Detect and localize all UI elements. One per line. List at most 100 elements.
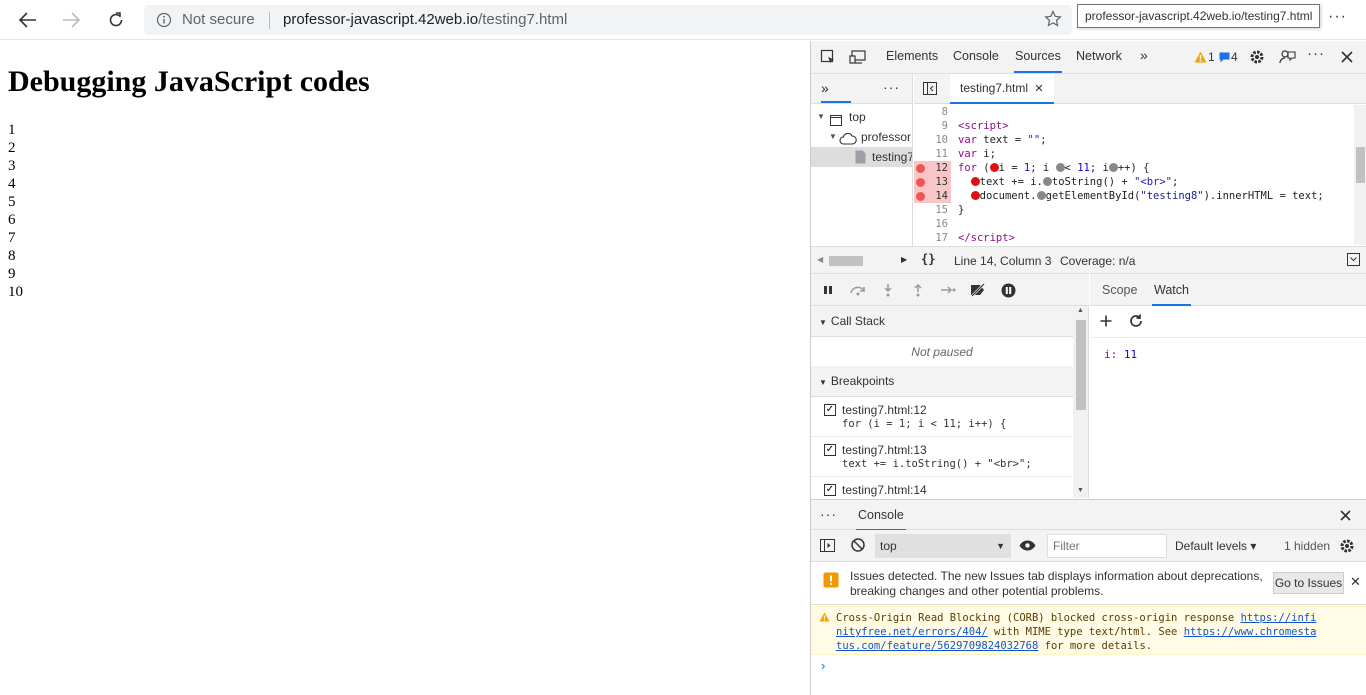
line-number-breakpoint[interactable]: 14 [914,189,951,203]
console-filter-input[interactable] [1047,534,1167,558]
url-text[interactable]: professor-javascript.42web.io/testing7.h… [283,11,567,28]
address-bar[interactable]: Not secure professor-javascript.42web.io… [144,5,1072,35]
pause-icon[interactable] [819,282,837,298]
step-over-icon[interactable] [849,282,867,298]
frame-icon [830,112,842,127]
scroll-up-icon[interactable]: ▲ [1077,307,1084,314]
go-to-issues-button[interactable]: Go to Issues [1273,572,1344,594]
scrollbar-thumb[interactable] [1356,147,1365,183]
scroll-right-icon[interactable]: ▶ [901,255,907,264]
close-tab-icon[interactable]: ✕ [1034,83,1043,95]
step-icon[interactable] [939,282,957,298]
breakpoint-checkbox[interactable]: ✓ [824,484,836,496]
deactivate-breakpoints-icon[interactable] [969,282,987,298]
console-prompt-icon[interactable]: › [821,658,825,673]
close-drawer-icon[interactable] [1340,510,1351,521]
security-label[interactable]: Not secure [182,11,255,28]
tab-console[interactable]: Console [953,49,999,63]
scroll-left-icon[interactable]: ◀ [817,255,823,264]
feedback-icon[interactable] [1278,48,1296,66]
forward-button[interactable] [58,7,84,33]
reload-button[interactable] [103,7,129,33]
more-navigator-tabs-icon[interactable]: » [821,80,829,96]
browser-more-icon[interactable]: ··· [1328,8,1347,26]
breakpoint-checkbox[interactable]: ✓ [824,404,836,416]
issues-message: Issues detected. The new Issues tab disp… [850,569,1263,598]
line-number[interactable]: 8 [914,105,951,119]
breakpoint-marker[interactable] [916,192,925,201]
drawer-tab-console[interactable]: Console [856,508,906,531]
line-number-breakpoint[interactable]: 13 [914,175,951,189]
refresh-watch-icon[interactable] [1129,314,1143,328]
clear-console-icon[interactable] [851,538,865,552]
sidebar-scrollbar[interactable]: ▲ ▼ [1073,306,1088,498]
line-number[interactable]: 10 [914,133,951,147]
back-button[interactable] [15,7,41,33]
breakpoint-marker[interactable] [916,178,925,187]
code-line: 9 <script> [914,119,1354,133]
tree-item-top[interactable]: ▼ top [811,107,912,127]
toggle-navigator-icon[interactable] [923,82,937,95]
line-number-breakpoint[interactable]: 12 [914,161,951,175]
breakpoint-item[interactable]: ✓ testing7.html:12 for (i = 1; i < 11; i… [811,397,1073,437]
navigator-menu-icon[interactable]: ··· [883,79,900,95]
log-levels-dropdown[interactable]: Default levels ▾ [1175,539,1256,553]
watch-expression[interactable]: i: 11 [1104,348,1137,361]
add-watch-icon[interactable] [1100,315,1112,327]
editor-scrollbar[interactable] [1354,105,1366,245]
console-settings-gear-icon[interactable] [1339,538,1355,554]
breakpoint-marker[interactable] [916,164,925,173]
more-tabs-icon[interactable]: » [1140,47,1148,63]
drawer-menu-icon[interactable]: ··· [820,506,837,522]
editor-file-tab[interactable]: testing7.html ✕ [950,74,1054,104]
settings-gear-icon[interactable] [1248,48,1266,66]
message-count[interactable]: 4 [1231,50,1238,64]
breakpoint-item[interactable]: ✓ testing7.html:14 [811,477,1073,498]
close-devtools-icon[interactable] [1339,49,1355,65]
line-number[interactable]: 11 [914,147,951,161]
tab-elements[interactable]: Elements [886,49,938,63]
call-stack-header[interactable]: ▼ Call Stack [811,306,1073,337]
info-icon[interactable] [156,12,172,31]
output-line: 7 [8,230,16,246]
warning-icon[interactable] [1193,50,1207,64]
favorite-star-icon[interactable] [1044,10,1062,31]
line-number[interactable]: 15 [914,203,951,217]
scroll-down-icon[interactable]: ▼ [1077,487,1084,494]
tab-network[interactable]: Network [1076,49,1122,63]
coverage-status: Coverage: n/a [1060,254,1136,268]
warning-count[interactable]: 1 [1208,50,1215,64]
tree-item-domain[interactable]: ▼ professor [811,127,912,147]
message-icon[interactable] [1218,51,1230,63]
inspect-element-icon[interactable] [819,48,837,66]
close-issues-icon[interactable]: ✕ [1350,574,1361,590]
device-toggle-icon[interactable] [849,48,867,66]
console-sidebar-icon[interactable] [820,539,835,552]
tab-watch[interactable]: Watch [1152,283,1191,306]
breakpoint-item[interactable]: ✓ testing7.html:13 text += i.toString() … [811,437,1073,477]
line-number[interactable]: 16 [914,217,951,231]
tree-item-file[interactable]: testing7.html [811,147,912,167]
address-separator [269,12,270,29]
navigator-header: » ··· [811,74,912,104]
tab-sources[interactable]: Sources [1014,49,1062,73]
devtools-more-icon[interactable]: ··· [1307,45,1325,62]
horizontal-scroll-thumb[interactable] [829,256,863,266]
breakpoint-checkbox[interactable]: ✓ [824,444,836,456]
context-select[interactable]: top ▼ [875,534,1011,558]
breakpoint-code: for (i = 1; i < 11; i++) { [842,418,1007,430]
breakpoints-header[interactable]: ▼ Breakpoints [811,366,1073,397]
scrollbar-thumb[interactable] [1076,320,1086,410]
live-expression-eye-icon[interactable] [1019,540,1036,551]
toggle-debugger-icon[interactable] [1347,253,1360,266]
output-line: 9 [8,266,16,282]
code-editor[interactable]: 8 9 <script> 10 var text = ""; 11 var i; 12… [914,105,1354,245]
pretty-print-icon[interactable]: {} [921,252,935,266]
pause-on-exceptions-icon[interactable] [999,282,1017,298]
line-number[interactable]: 9 [914,119,951,133]
line-number[interactable]: 17 [914,231,951,245]
tab-scope[interactable]: Scope [1102,283,1137,297]
code-line: 17 </script> [914,231,1354,245]
step-into-icon[interactable] [879,282,897,298]
step-out-icon[interactable] [909,282,927,298]
